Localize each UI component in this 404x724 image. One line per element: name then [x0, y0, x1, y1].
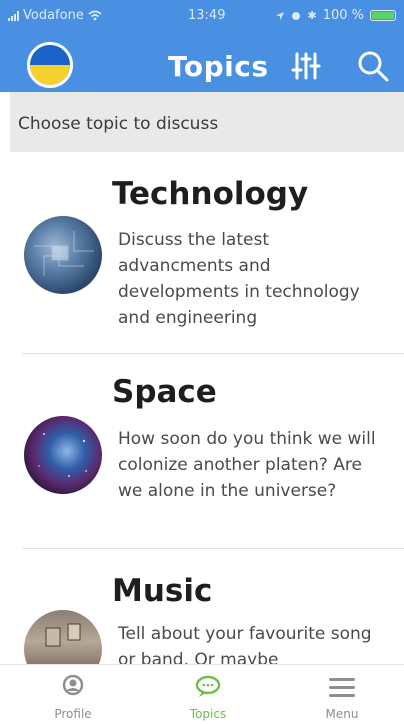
topic-title: Music — [112, 573, 213, 609]
person-icon — [62, 674, 84, 696]
status-bar: Vodafone 13:49 ✱ 100 % — [0, 0, 404, 30]
location-icon — [276, 11, 285, 20]
music-thumbnail — [24, 610, 102, 664]
topic-item-space[interactable]: Space How soon do you think we will colo… — [0, 354, 404, 548]
alarm-icon — [292, 11, 301, 20]
page-title: Topics — [168, 50, 269, 83]
tab-label: Menu — [325, 707, 359, 721]
topic-instructions-bar: Choose topic to discuss — [10, 92, 404, 152]
topic-item-technology[interactable]: Technology Discuss the latest advancment… — [0, 160, 404, 353]
tab-label: Topics — [189, 707, 227, 721]
tab-profile[interactable]: Profile — [33, 674, 113, 721]
user-avatar[interactable] — [27, 42, 73, 88]
battery-icon — [370, 10, 396, 21]
bottom-tab-bar: Profile Topics Menu — [0, 664, 404, 724]
hamburger-menu-icon — [329, 678, 355, 697]
signal-icon — [8, 10, 19, 21]
technology-thumbnail — [24, 216, 102, 294]
topic-title: Space — [112, 374, 217, 410]
topic-description: Tell about your favourite song or band. … — [118, 624, 372, 664]
space-thumbnail — [24, 416, 102, 494]
chat-bubble-icon — [195, 675, 221, 697]
wifi-icon — [88, 10, 102, 21]
topic-description: How soon do you think we will colonize a… — [118, 429, 376, 501]
status-time: 13:49 — [188, 8, 226, 23]
tab-topics[interactable]: Topics — [168, 675, 248, 721]
tab-menu[interactable]: Menu — [302, 675, 382, 721]
search-icon[interactable] — [355, 48, 391, 84]
tab-label: Profile — [54, 707, 92, 721]
app-header: Vodafone 13:49 ✱ 100 % Topics — [0, 0, 404, 92]
instructions-text: Choose topic to discuss — [18, 114, 219, 134]
topic-description: Discuss the latest advancments and devel… — [118, 230, 360, 328]
bluetooth-icon: ✱ — [307, 9, 317, 22]
topic-item-music[interactable]: Music Tell about your favourite song or … — [0, 549, 404, 664]
filter-icon[interactable] — [290, 50, 322, 82]
battery-percent: 100 % — [322, 8, 364, 23]
topic-title: Technology — [112, 176, 309, 212]
carrier-name: Vodafone — [23, 8, 84, 23]
